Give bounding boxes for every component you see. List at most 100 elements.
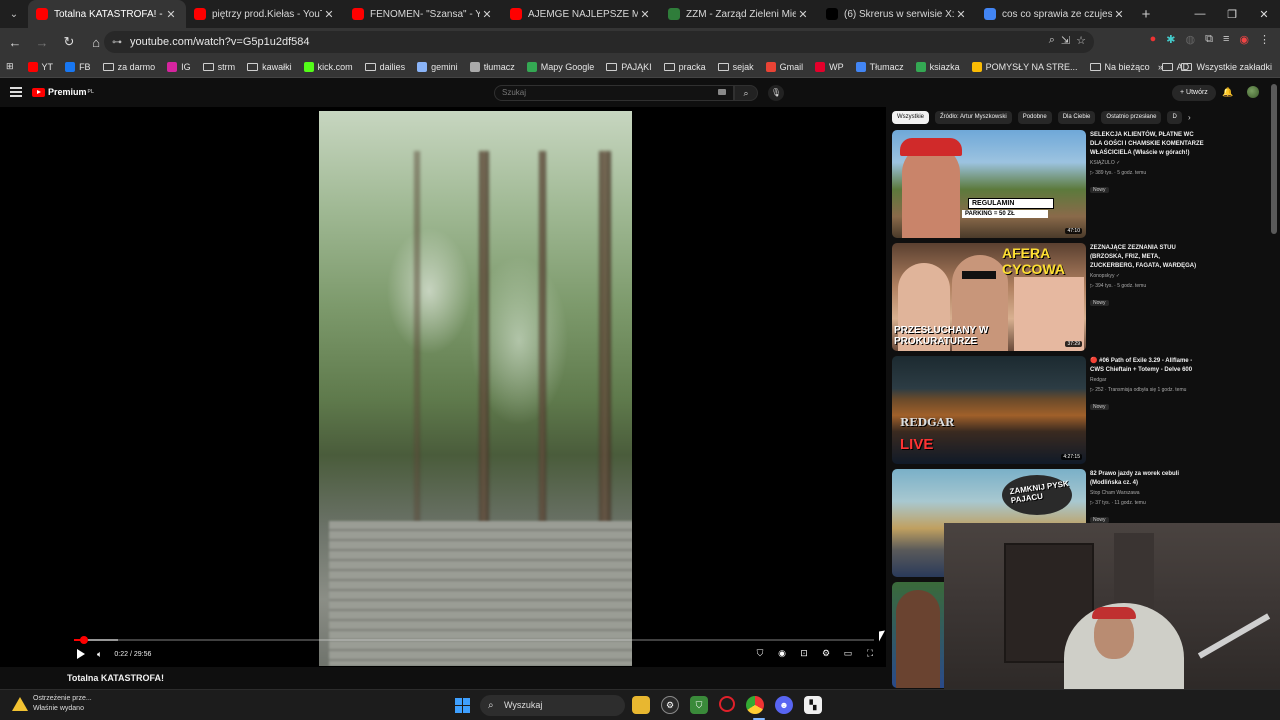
file-explorer-icon[interactable] [632, 696, 650, 714]
chip-2[interactable]: Podobne [1017, 111, 1052, 124]
install-icon[interactable]: ⇲ [1061, 34, 1070, 47]
bookmark-12[interactable]: pracka [663, 62, 706, 72]
zoom-icon[interactable]: ⌕ [1049, 34, 1055, 47]
bookmark-10[interactable]: Mapy Google [526, 61, 594, 72]
tab-close-icon[interactable]: ✕ [164, 8, 178, 21]
subtitles-icon[interactable]: ⊡ [798, 647, 810, 659]
settings-gear-icon[interactable]: ⚙ [820, 647, 832, 659]
tab-close-icon[interactable]: ✕ [1112, 8, 1126, 21]
microphone-icon[interactable]: 🎙 [768, 85, 784, 101]
apps-grid-icon[interactable]: ⊞ [6, 61, 14, 72]
video-player[interactable]: 🔈︎ 0:22 / 29:56 ⛉ ◉ ⊡ ⚙ ▭ ⛶ [0, 107, 886, 667]
tab-close-icon[interactable]: ✕ [638, 8, 652, 21]
recommendation-title[interactable]: 82 Prawo jazdy za worek cebuli (Modlińsk… [1090, 470, 1204, 488]
steam-icon[interactable]: ⚙ [661, 696, 679, 714]
thumbnail[interactable]: AFERA CYCOWA PRZESŁUCHANY W PROKURATURZE… [892, 243, 1086, 351]
tab-search-chevron-icon[interactable]: ⌄ [0, 0, 28, 28]
channel-name[interactable]: Redgar [1090, 376, 1204, 385]
avatar[interactable] [1247, 86, 1259, 98]
bookmark-6[interactable]: kick.com [303, 61, 353, 72]
tab-0[interactable]: Totalna KATASTROFA! - YouTube✕ [28, 0, 186, 28]
video-frame[interactable] [319, 111, 632, 666]
page-scrollbar[interactable] [1271, 84, 1277, 234]
bookmark-19[interactable]: Na bieżąco [1089, 62, 1150, 72]
play-icon[interactable] [77, 649, 85, 659]
bookmark-4[interactable]: strm [202, 62, 235, 72]
recommendation-title[interactable]: 🔴 #06 Path of Exile 3.29 - Allflame - CW… [1090, 357, 1204, 375]
hamburger-menu-icon[interactable] [10, 87, 22, 97]
bookmark-17[interactable]: ksiazka [915, 61, 960, 72]
bookmark-2[interactable]: za darmo [102, 62, 155, 72]
bookmark-16[interactable]: Tłumacz [855, 61, 904, 72]
bookmark-8[interactable]: gemini [417, 61, 458, 72]
chrome-menu-icon[interactable]: ⋮ [1259, 33, 1270, 46]
tab-3[interactable]: AJEMGE NAJLEPSZE MOMENTY✕ [502, 0, 660, 28]
tab-4[interactable]: ZZM - Zarząd Zieleni Miejskiej w✕ [660, 0, 818, 28]
maximize-icon[interactable]: ❐ [1216, 0, 1248, 28]
bookmark-5[interactable]: kawałki [247, 62, 292, 72]
tab-close-icon[interactable]: ✕ [954, 8, 968, 21]
record-extension-icon[interactable]: ● [1150, 33, 1157, 46]
extension-grey-icon[interactable]: ◍ [1186, 33, 1196, 46]
forward-icon[interactable]: → [30, 30, 54, 54]
bookmark-15[interactable]: WP [815, 61, 844, 72]
autoplay-toggle-icon[interactable]: ◉ [776, 647, 788, 659]
recommendation-2[interactable]: AFERA CYCOWA PRZESŁUCHANY W PROKURATURZE… [892, 243, 1202, 351]
shield-app-icon[interactable]: ⛉ [690, 696, 708, 714]
opera-icon[interactable] [719, 696, 735, 712]
new-tab-button[interactable]: + [1134, 6, 1158, 23]
tab-close-icon[interactable]: ✕ [796, 8, 810, 21]
create-button[interactable]: + Utwórz [1172, 85, 1216, 101]
channel-name[interactable]: Stop Cham Warszawa [1090, 489, 1204, 498]
all-bookmarks[interactable]: Wszystkie zakładki [1181, 56, 1272, 78]
extension-icon[interactable]: ✱ [1166, 33, 1175, 46]
tab-close-icon[interactable]: ✕ [322, 8, 336, 21]
search-button[interactable]: ⌕ [734, 85, 758, 101]
bookmark-13[interactable]: sejak [717, 62, 754, 72]
recommendation-3[interactable]: REDGAR LIVE 4:27:15 🔴 #06 Path of Exile … [892, 356, 1202, 464]
site-info-icon[interactable]: ⊶ [112, 37, 122, 48]
notifications-bell-icon[interactable]: 🔔 [1222, 87, 1233, 98]
bookmark-18[interactable]: POMYSŁY NA STRE... [971, 61, 1078, 72]
bookmark-1[interactable]: FB [65, 61, 91, 72]
chip-3[interactable]: Dla Ciebie [1057, 111, 1096, 124]
chrome-icon[interactable] [746, 696, 764, 714]
bookmark-7[interactable]: dailies [364, 62, 405, 72]
search-input[interactable]: Szukaj [494, 85, 734, 101]
tab-close-icon[interactable]: ✕ [480, 8, 494, 21]
bookmark-9[interactable]: tłumacz [469, 61, 515, 72]
recommendation-title[interactable]: SELEKCJA KLIENTÓW, PŁATNE WC DLA GOŚCI I… [1090, 131, 1204, 158]
reload-icon[interactable]: ↻ [57, 30, 81, 54]
fullscreen-icon[interactable]: ⛶ [864, 647, 876, 659]
close-window-icon[interactable]: ✕ [1248, 0, 1280, 28]
windows-start-icon[interactable] [455, 698, 470, 713]
scrubber-handle[interactable] [79, 636, 88, 644]
address-bar[interactable]: ⊶ youtube.com/watch?v=G5p1u2df584 ⌕ ⇲ ☆ [104, 31, 1094, 53]
bookmark-11[interactable]: PAJĄKI [606, 62, 652, 72]
puzzle-extensions-icon[interactable]: ⧉ [1205, 33, 1213, 46]
chip-4[interactable]: Ostatnio przesłane [1101, 111, 1162, 124]
chip-1[interactable]: Źródło: Artur Myszkowski [935, 111, 1012, 124]
reading-list-icon[interactable]: ≡ [1223, 33, 1229, 46]
thumbnail[interactable]: REDGAR LIVE 4:27:15 [892, 356, 1086, 464]
tab-2[interactable]: FENOMEN- "Szansa" - YouTube✕ [344, 0, 502, 28]
channel-name[interactable]: KSIĄŻULO ✓ [1090, 159, 1204, 168]
recommendation-title[interactable]: ZEZNAJĄCE ZEZNANIA STUU (BRZOSKA, FRIZ, … [1090, 244, 1204, 271]
minimize-icon[interactable]: — [1184, 0, 1216, 28]
tab-5[interactable]: (6) Skrerus w serwisie X: „Tak✕ [818, 0, 976, 28]
progress-bar[interactable] [74, 636, 874, 644]
bookmark-star-icon[interactable]: ☆ [1076, 34, 1086, 47]
chip-5[interactable]: D [1167, 111, 1182, 124]
keyboard-icon[interactable] [718, 89, 726, 95]
volume-icon[interactable]: 🔈︎ [97, 649, 102, 660]
taskbar-search[interactable]: ⌕ Wyszukaj [480, 695, 625, 716]
chip-0[interactable]: Wszystkie [892, 111, 929, 124]
miniplayer-icon[interactable]: ▭ [842, 647, 854, 659]
discord-icon[interactable]: ☻ [775, 696, 793, 714]
youtube-premium-logo[interactable]: Premium PL [32, 87, 94, 97]
bookmark-3[interactable]: IG [167, 61, 191, 72]
back-icon[interactable]: ← [3, 30, 27, 54]
thumbnail[interactable]: REGULAMIN PARKING = 50 ZŁ 47:10 [892, 130, 1086, 238]
bookmark-0[interactable]: YT [27, 61, 53, 72]
recommendation-1[interactable]: REGULAMIN PARKING = 50 ZŁ 47:10 SELEKCJA… [892, 130, 1204, 238]
